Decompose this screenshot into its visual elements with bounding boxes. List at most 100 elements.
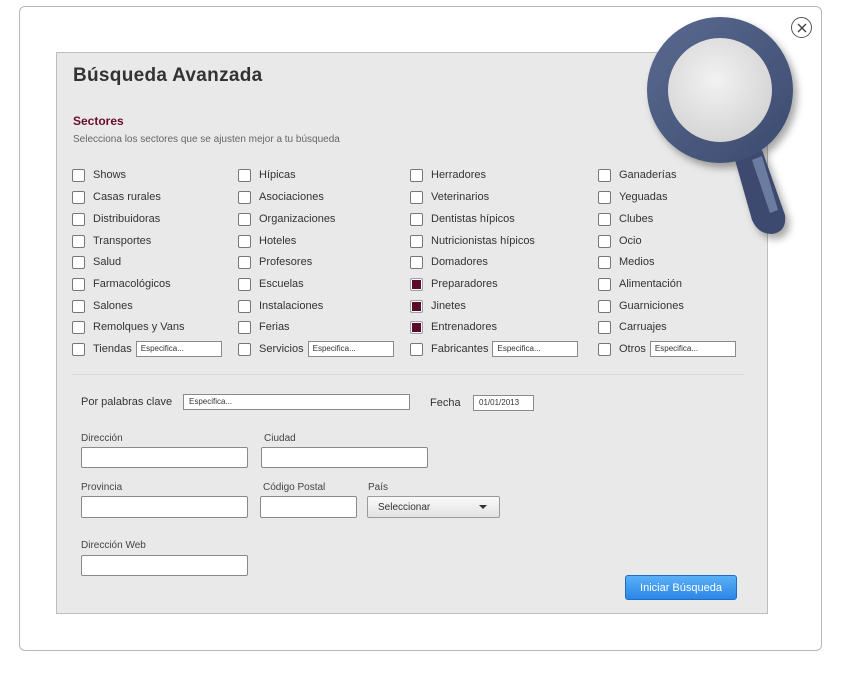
sector-col1-item[interactable]: Tiendas Especifica... [72,341,222,357]
sector-checkbox[interactable] [410,320,423,334]
specify-input[interactable]: Especifica... [135,341,222,357]
sector-col3-item[interactable]: Fabricantes Especifica... [410,341,579,357]
sector-col2-item[interactable]: Escuelas [238,277,304,291]
sector-col3-item[interactable]: Dentistas hípicos [410,212,515,226]
sector-col1-item[interactable]: Salud [72,255,121,269]
sector-col3-item[interactable]: Nutricionistas hípicos [410,234,535,248]
sector-checkbox[interactable] [72,342,85,356]
sector-col4-item[interactable]: Alimentación [598,277,682,291]
province-input[interactable] [81,496,248,518]
postal-code-input[interactable] [260,496,357,518]
sector-col3-item[interactable]: Veterinarios [410,190,489,204]
sector-checkbox[interactable] [410,168,423,182]
sector-checkbox[interactable] [410,255,423,269]
sector-checkbox[interactable] [598,190,611,204]
sector-col4-item[interactable]: Otros Especifica... [598,341,736,357]
sector-checkbox[interactable] [238,212,251,226]
sector-checkbox[interactable] [598,342,611,356]
sector-checkbox[interactable] [410,234,423,248]
sector-col4-item[interactable]: Guarniciones [598,299,684,313]
sector-checkbox[interactable] [598,255,611,269]
sector-checkbox[interactable] [598,299,611,313]
sector-col3-item[interactable]: Domadores [410,255,488,269]
sector-col4-item[interactable]: Carruajes [598,320,667,334]
sector-label: Nutricionistas hípicos [431,235,535,247]
sector-label: Otros [619,343,646,355]
sector-checkbox[interactable] [72,168,85,182]
sector-checkbox[interactable] [238,299,251,313]
web-label: Dirección Web [81,540,146,551]
sector-col3-item[interactable]: Preparadores [410,277,498,291]
sector-col2-item[interactable]: Asociaciones [238,190,324,204]
sector-col2-item[interactable]: Profesores [238,255,312,269]
sector-col3-item[interactable]: Jinetes [410,299,466,313]
sector-checkbox[interactable] [410,342,423,356]
sector-checkbox[interactable] [598,212,611,226]
sector-col1-item[interactable]: Farmacológicos [72,277,171,291]
sector-checkbox[interactable] [410,277,423,291]
sector-col4-item[interactable]: Ocio [598,234,642,248]
sector-label: Guarniciones [619,300,684,312]
sector-col2-item[interactable]: Servicios Especifica... [238,341,394,357]
sector-col1-item[interactable]: Casas rurales [72,190,161,204]
sector-checkbox[interactable] [72,277,85,291]
sector-col1-item[interactable]: Shows [72,168,126,182]
sector-checkbox[interactable] [410,190,423,204]
sector-checkbox[interactable] [72,320,85,334]
sector-checkbox[interactable] [238,255,251,269]
sector-col1-item[interactable]: Remolques y Vans [72,320,185,334]
web-input[interactable] [81,555,248,576]
city-label: Ciudad [264,433,296,444]
sector-checkbox[interactable] [598,168,611,182]
sector-checkbox[interactable] [72,299,85,313]
sector-checkbox[interactable] [598,234,611,248]
divider [72,374,744,375]
specify-input[interactable]: Especifica... [307,341,394,357]
sector-checkbox[interactable] [238,342,251,356]
sector-label: Veterinarios [431,191,490,203]
sector-label: Asociaciones [259,191,324,203]
sectors-heading: Sectores [73,114,124,128]
province-label: Provincia [81,482,123,493]
sector-col1-item[interactable]: Salones [72,299,133,313]
sector-checkbox[interactable] [72,234,85,248]
sector-checkbox[interactable] [598,320,611,334]
keywords-input[interactable]: Especifica... [183,394,410,410]
sector-col3-item[interactable]: Herradores [410,168,486,182]
sector-checkbox[interactable] [238,168,251,182]
specify-input[interactable]: Especifica... [492,341,579,357]
sector-label: Dentistas hípicos [431,213,515,225]
sector-checkbox[interactable] [238,320,251,334]
city-input[interactable] [261,447,428,468]
sector-checkbox[interactable] [72,212,85,226]
country-select-value: Seleccionar [378,501,431,513]
sector-checkbox[interactable] [72,190,85,204]
sector-checkbox[interactable] [410,299,423,313]
address-input[interactable] [81,447,248,468]
sector-col1-item[interactable]: Distribuidoras [72,212,160,226]
country-select[interactable]: Seleccionar [367,496,500,518]
sector-col2-item[interactable]: Organizaciones [238,212,335,226]
date-label: Fecha [430,397,461,409]
sector-label: Profesores [259,256,313,268]
sector-checkbox[interactable] [238,277,251,291]
sector-checkbox[interactable] [410,212,423,226]
sector-col2-item[interactable]: Ferias [238,320,290,334]
sector-checkbox[interactable] [72,255,85,269]
chevron-down-icon [479,505,487,509]
postal-code-label: Código Postal [263,482,326,493]
specify-input[interactable]: Especifica... [649,341,736,357]
sector-label: Salud [93,256,122,268]
sector-checkbox[interactable] [598,277,611,291]
sector-col1-item[interactable]: Transportes [72,234,151,248]
sector-col2-item[interactable]: Instalaciones [238,299,323,313]
start-search-button[interactable]: Iniciar Búsqueda [625,575,737,600]
sector-col2-item[interactable]: Hoteles [238,234,296,248]
sector-label: Hoteles [259,235,297,247]
sector-checkbox[interactable] [238,190,251,204]
sector-col3-item[interactable]: Entrenadores [410,320,497,334]
date-input[interactable]: 01/01/2013 [473,395,534,411]
sector-label: Salones [93,300,133,312]
sector-col2-item[interactable]: Hípicas [238,168,296,182]
sector-checkbox[interactable] [238,234,251,248]
